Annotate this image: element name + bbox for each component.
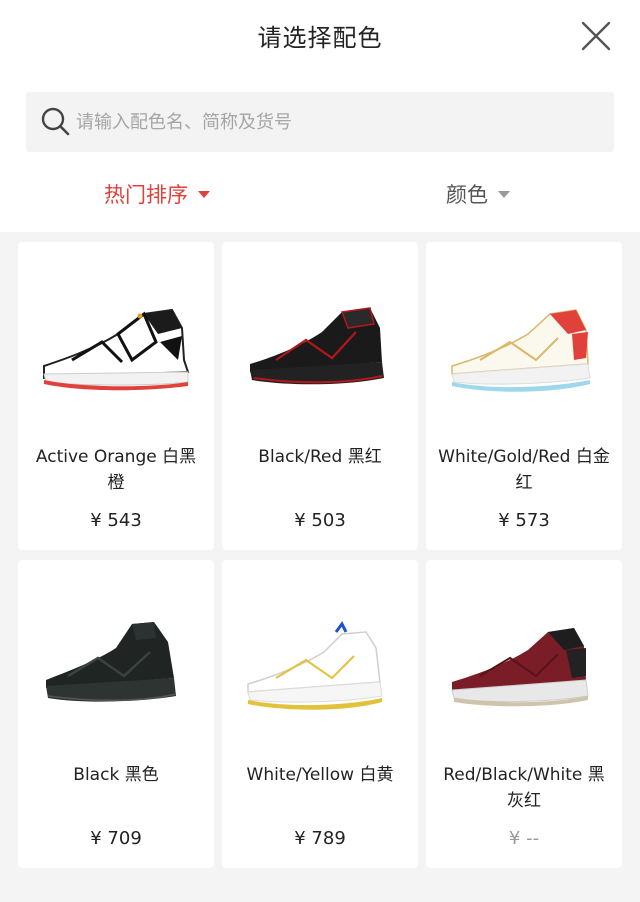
white-black-orange-sneaker [43, 308, 190, 391]
search-icon [41, 107, 70, 136]
search-box[interactable] [26, 92, 614, 152]
product-name: White/Yellow 白黄 [246, 765, 394, 785]
close-icon [581, 21, 611, 51]
product-name: Active Orange 白黑橙 [35, 447, 197, 493]
product-price: ¥ 543 [90, 510, 142, 531]
product-name: Black 黑色 [73, 765, 159, 785]
black-red-sneaker [250, 307, 384, 385]
color-filter-label: 颜色 [446, 183, 488, 207]
product-price: ¥ -- [508, 828, 540, 849]
product-price: ¥ 573 [498, 510, 550, 531]
black-sneaker [46, 622, 177, 702]
product-name: White/Gold/Red 白金红 [438, 447, 610, 493]
sort-label: 热门排序 [104, 183, 188, 207]
caret-down-icon [498, 190, 510, 198]
tab-sort-popular[interactable]: 热门排序 [104, 178, 210, 210]
close-button[interactable] [578, 18, 614, 54]
white-yellow-sneaker [247, 621, 383, 710]
tab-color-filter[interactable]: 颜色 [446, 178, 510, 210]
product-name: Red/Black/White 黑灰红 [443, 765, 605, 811]
product-card[interactable]: White/Gold/Red 白金红 ¥ 573 [426, 242, 622, 550]
product-card[interactable]: Black/Red 黑红 ¥ 503 [222, 242, 418, 550]
product-card[interactable]: Active Orange 白黑橙 ¥ 543 [18, 242, 214, 550]
product-price: ¥ 709 [90, 828, 142, 849]
product-name: Black/Red 黑红 [258, 447, 382, 467]
page-title: 请选择配色 [257, 24, 383, 52]
header-panel: 请选择配色 热门排序 颜色 [0, 0, 640, 232]
product-price: ¥ 503 [294, 510, 346, 531]
search-input[interactable] [76, 92, 596, 152]
product-card[interactable]: Red/Black/White 黑灰红 ¥ -- [426, 560, 622, 868]
product-grid: Active Orange 白黑橙 ¥ 543 Black/Red 黑红 ¥ 5… [18, 242, 622, 868]
product-card[interactable]: Black 黑色 ¥ 709 [18, 560, 214, 868]
product-card[interactable]: White/Yellow 白黄 ¥ 789 [222, 560, 418, 868]
maroon-black-white-sneaker [451, 628, 589, 707]
caret-down-icon [198, 190, 210, 198]
product-price: ¥ 789 [294, 828, 346, 849]
white-gold-red-sneaker [451, 309, 591, 392]
